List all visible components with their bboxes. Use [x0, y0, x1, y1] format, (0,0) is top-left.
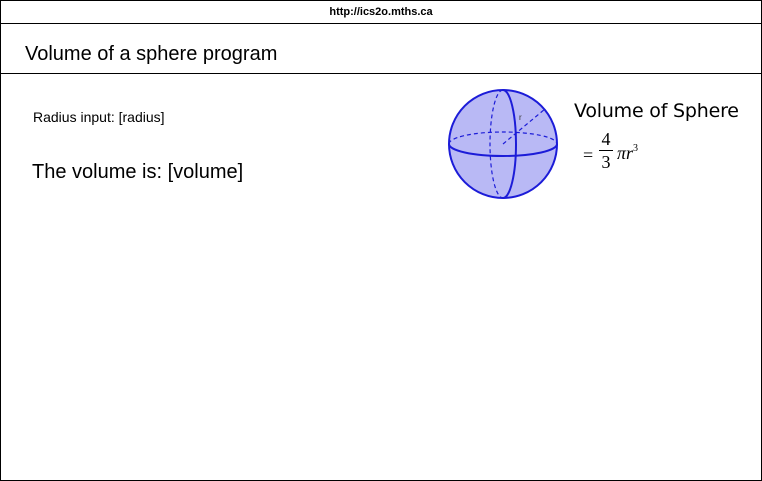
formula-denominator: 3: [601, 152, 611, 172]
url-text: http://ics2o.mths.ca: [329, 6, 433, 18]
sphere-diagram: r Volume of Sphere = 4 3 πr3: [441, 83, 741, 207]
formula-equals: =: [583, 145, 594, 165]
volume-output: The volume is: [volume]: [32, 161, 244, 183]
sphere-illustration: r: [448, 89, 558, 199]
formula-expression-base: πr: [617, 143, 634, 163]
page-frame: http://ics2o.mths.ca Volume of a sphere …: [0, 0, 762, 481]
volume-formula: = 4 3 πr3: [583, 129, 663, 179]
url-bar: http://ics2o.mths.ca: [1, 1, 761, 24]
formula-numerator: 4: [599, 129, 613, 151]
formula-expression: πr3: [617, 143, 638, 164]
formula-title: Volume of Sphere: [574, 100, 739, 122]
formula-fraction: 4 3: [599, 129, 613, 172]
page-title: Volume of a sphere program: [25, 43, 278, 65]
radius-marker-label: r: [519, 113, 522, 122]
title-bar: Volume of a sphere program: [1, 24, 761, 74]
radius-input-label: Radius input: [radius]: [33, 109, 165, 125]
formula-exponent: 3: [633, 143, 639, 154]
